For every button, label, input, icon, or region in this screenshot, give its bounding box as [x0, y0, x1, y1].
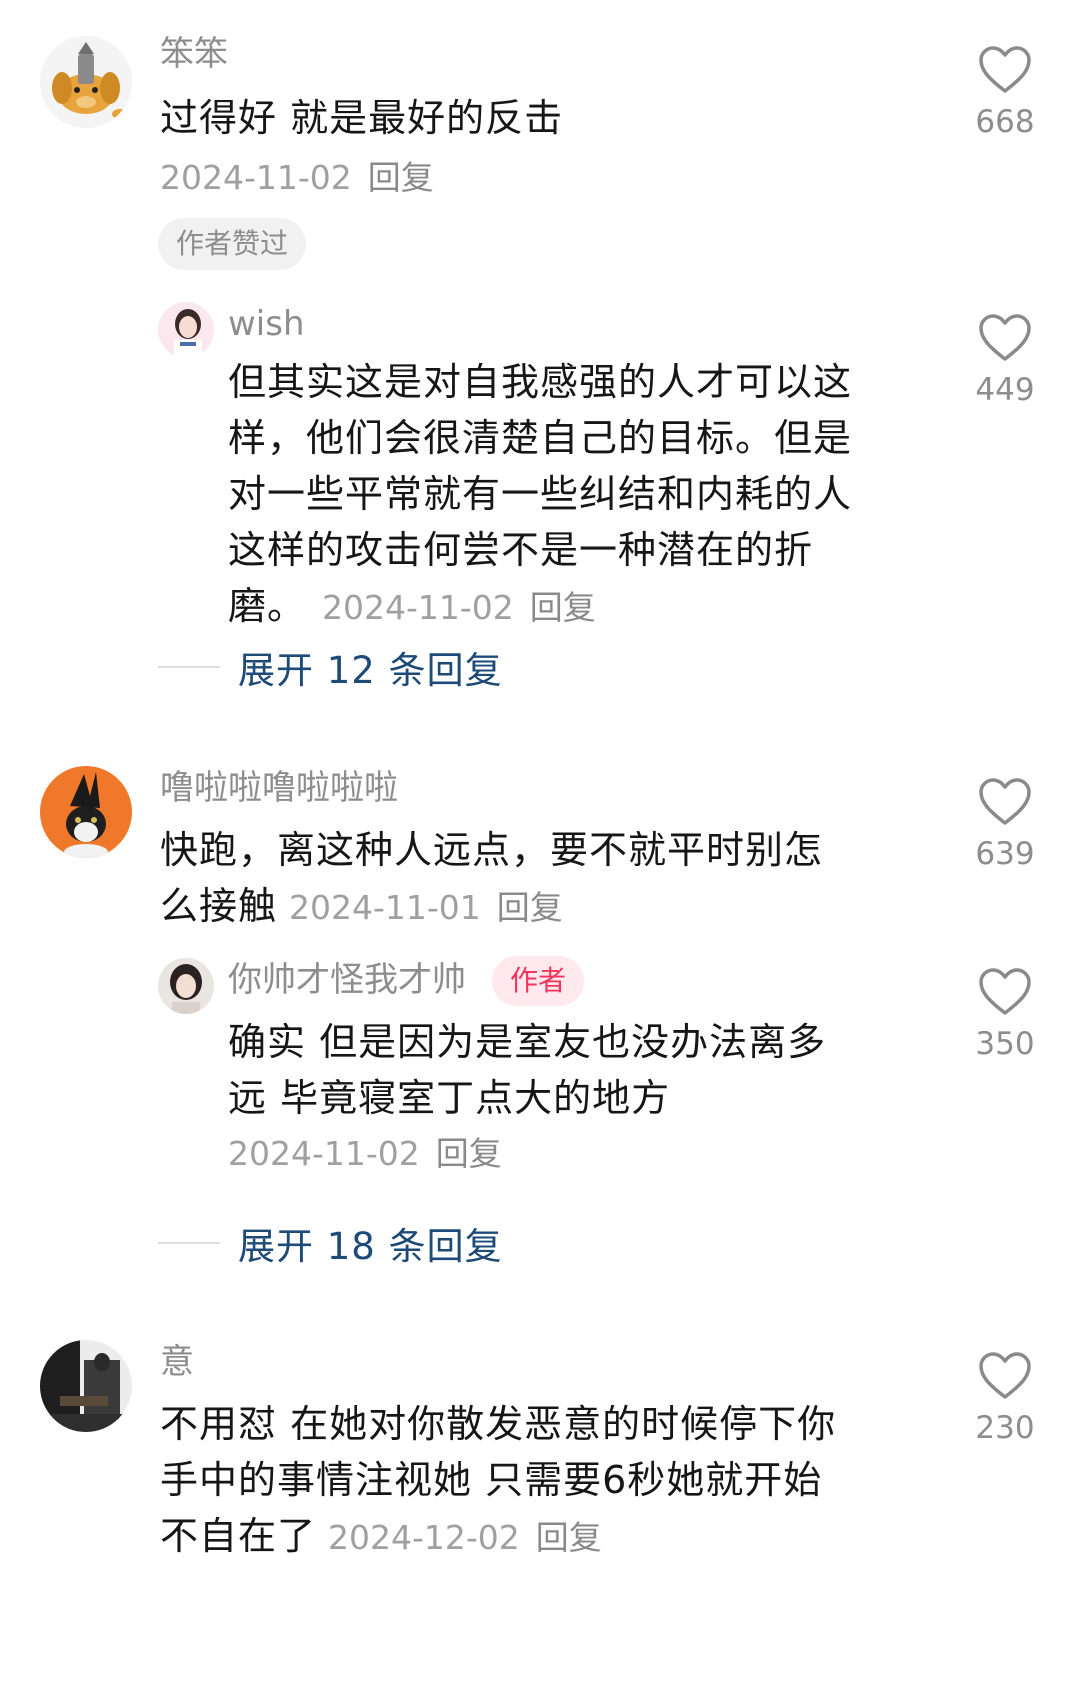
comment-meta: 2024-11-02 回复	[160, 154, 434, 202]
expand-replies-button[interactable]: 展开 12 条回复	[158, 640, 503, 694]
like-count: 230	[975, 1410, 1035, 1446]
like-button[interactable]: 668	[970, 46, 1040, 140]
comment-meta: 2024-11-02 回复	[228, 1130, 502, 1178]
reply-button[interactable]: 回复	[497, 888, 563, 927]
expand-replies-label[interactable]: 展开 12 条回复	[238, 640, 503, 694]
author-liked-badge: 作者赞过	[158, 218, 307, 270]
avatar[interactable]	[40, 36, 132, 128]
comment-text: 但其实这是对自我感强的人才可以这样，他们会很清楚自己的目标。但是对一些平常就有一…	[228, 354, 858, 636]
girl-photo-avatar-icon	[158, 302, 214, 358]
comment-date: 2024-11-01	[289, 888, 481, 927]
avatar[interactable]	[158, 958, 214, 1014]
like-count: 639	[975, 836, 1035, 872]
girl-portrait-avatar-icon	[158, 958, 214, 1014]
username[interactable]: 你帅才怪我才帅	[228, 958, 466, 1002]
divider	[158, 666, 220, 668]
comment-text: 确实 但是因为是室友也没办法离多远 毕竟寝室丁点大的地方	[228, 1020, 827, 1120]
like-button[interactable]: 350	[970, 968, 1040, 1062]
comment-text: 快跑，离这种人远点，要不就平时别怎么接触 2024-11-01 回复	[160, 822, 860, 936]
username[interactable]: wish	[228, 302, 305, 346]
heart-icon	[979, 1352, 1031, 1399]
heart-icon	[979, 968, 1031, 1015]
like-count: 668	[975, 104, 1035, 140]
author-badge: 作者	[492, 956, 585, 1006]
reply-button[interactable]: 回复	[530, 588, 596, 627]
username[interactable]: 笨笨	[160, 32, 228, 76]
comment-date: 2024-11-02	[160, 158, 352, 197]
reply-button[interactable]: 回复	[536, 1518, 602, 1557]
comment-text: 不用怼 在她对你散发恶意的时候停下你手中的事情注视她 只需要6秒她就开始不自在了…	[160, 1396, 860, 1566]
reply-button[interactable]: 回复	[368, 158, 434, 197]
like-button[interactable]: 449	[970, 314, 1040, 408]
cat-orange-avatar-icon	[40, 766, 132, 858]
avatar[interactable]	[40, 766, 132, 858]
avatar[interactable]	[158, 302, 214, 358]
like-count: 350	[975, 1026, 1035, 1062]
divider	[158, 1242, 220, 1244]
username[interactable]: 意	[160, 1340, 194, 1384]
expand-replies-button[interactable]: 展开 18 条回复	[158, 1216, 503, 1270]
comment-date: 2024-12-02	[328, 1518, 520, 1557]
comment-date: 2024-11-02	[322, 588, 514, 627]
reply-button[interactable]: 回复	[436, 1134, 502, 1173]
dark-photo-avatar-icon	[40, 1340, 132, 1432]
like-count: 449	[975, 372, 1035, 408]
username[interactable]: 噜啦啦噜啦啦啦	[160, 766, 398, 810]
cartoon-dog-avatar-icon	[40, 36, 132, 128]
avatar[interactable]	[40, 1340, 132, 1432]
comment-body: 快跑，离这种人远点，要不就平时别怎么接触	[160, 828, 824, 928]
heart-icon	[979, 778, 1031, 825]
comment-date: 2024-11-02	[228, 1134, 420, 1173]
like-button[interactable]: 639	[970, 778, 1040, 872]
comment-text: 过得好 就是最好的反击	[160, 96, 564, 140]
expand-replies-label[interactable]: 展开 18 条回复	[238, 1216, 503, 1270]
heart-icon	[979, 46, 1031, 93]
like-button[interactable]: 230	[970, 1352, 1040, 1446]
heart-icon	[979, 314, 1031, 361]
